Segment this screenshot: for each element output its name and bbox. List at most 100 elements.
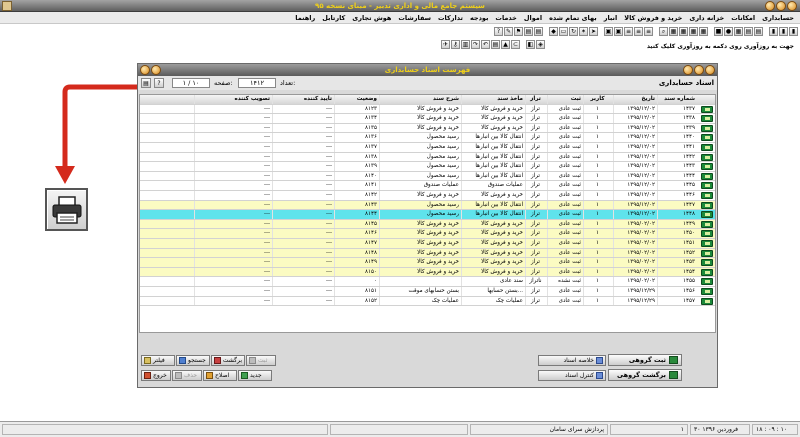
- document-row-icon[interactable]: [701, 115, 713, 123]
- document-row-icon[interactable]: [701, 259, 713, 267]
- close-icon[interactable]: [787, 1, 797, 11]
- print-icon[interactable]: ▤: [534, 27, 543, 36]
- menu-orders[interactable]: سفارشات: [398, 14, 431, 22]
- document-row-icon[interactable]: [701, 105, 713, 113]
- document-row-icon[interactable]: [701, 297, 713, 305]
- bell-icon[interactable]: ◆: [549, 27, 558, 36]
- table-row[interactable]: ۱۴۳۸ ۱۳۹۵/۱۲/۰۲ ۱ ثبت عادی تراز خرید و فروش ک…: [140, 114, 715, 124]
- help-icon[interactable]: ?: [494, 27, 503, 36]
- calculator-icon[interactable]: ▦: [734, 27, 743, 36]
- summary-button[interactable]: خلاصه اسناد: [538, 355, 606, 366]
- table-row[interactable]: ۱۴۵۱ ۱۳۹۵/۰۲/۰۲ ۱ ثبت عادی تراز خرید و فروش ک…: [140, 239, 715, 249]
- table-row[interactable]: ۱۴۵۶ ۱۳۹۵/۱۲/۲۹ ۱ ثبت عادی تراز بستن حسابها..…: [140, 287, 715, 297]
- menu-help[interactable]: راهنما: [295, 14, 315, 22]
- table-row[interactable]: ۱۴۵۷ ۱۳۹۵/۱۲/۲۹ ۱ ثبت عادی تراز عملیات چک عملی…: [140, 296, 715, 307]
- menu-accounting[interactable]: حسابداری: [762, 14, 794, 22]
- box-icon[interactable]: ■: [714, 27, 723, 36]
- document-row-icon[interactable]: [701, 288, 713, 295]
- table-row[interactable]: ۱۴۵۳ ۱۳۹۵/۰۲/۰۲ ۱ ثبت عادی تراز خرید و فروش ک…: [140, 258, 715, 268]
- group-register-button[interactable]: ثبت گروهی: [608, 354, 682, 366]
- document-row-icon[interactable]: [701, 278, 713, 286]
- list-icon[interactable]: ≡: [644, 27, 653, 36]
- link-icon[interactable]: ⊂: [511, 40, 520, 49]
- table-row[interactable]: ۱۴۵۵ ۱۳۹۵/۰۲/۰۲ ۱ ثبت نشده ناتراز سند عادی ۰ --…: [140, 277, 715, 287]
- table-row[interactable]: ۱۴۳۷ ۱۳۹۵/۱۲/۰۲ ۱ ثبت عادی تراز خرید و فروش ک…: [140, 104, 715, 115]
- wrench-icon[interactable]: ✎: [504, 27, 513, 36]
- document-row-icon[interactable]: [701, 230, 713, 238]
- list-icon[interactable]: ≡: [634, 27, 643, 36]
- table-row[interactable]: ۱۴۴۳ ۱۳۹۵/۱۲/۰۲ ۱ ثبت عادی تراز انتقال کالا ب…: [140, 162, 715, 172]
- table-row[interactable]: ۱۴۵۰ ۱۳۹۵/۰۲/۰۲ ۱ ثبت عادی تراز خرید و فروش ک…: [140, 229, 715, 239]
- document-icon[interactable]: ▤: [491, 40, 500, 49]
- document-icon[interactable]: ▤: [754, 27, 763, 36]
- table-row[interactable]: ۱۴۴۸ ۱۳۹۵/۱۲/۰۲ ۱ ثبت عادی تراز انتقال کالا ب…: [140, 210, 715, 220]
- chart-icon[interactable]: ▲: [501, 40, 510, 49]
- document-row-icon[interactable]: [701, 144, 713, 151]
- menu-services[interactable]: خدمات: [495, 14, 516, 22]
- arrow-icon[interactable]: ➤: [589, 27, 598, 36]
- report-icon[interactable]: ▣: [614, 27, 623, 36]
- menu-facilities[interactable]: امکانات: [731, 14, 755, 22]
- star-icon[interactable]: ✶: [579, 27, 588, 36]
- document-row-icon[interactable]: [701, 268, 713, 276]
- folder-icon[interactable]: ▭: [559, 27, 568, 36]
- delete-button[interactable]: حذف: [172, 370, 202, 381]
- print-icon[interactable]: ▤: [141, 78, 151, 88]
- flag-icon[interactable]: ⚑: [514, 27, 523, 36]
- menu-treasury[interactable]: خزانه داری: [689, 14, 724, 22]
- chart-icon[interactable]: ▮: [769, 27, 778, 36]
- exit-button[interactable]: خروج: [141, 370, 171, 381]
- document-row-icon[interactable]: [701, 220, 713, 228]
- return-button[interactable]: برگشت: [211, 355, 245, 366]
- redo-icon[interactable]: ↷: [471, 40, 480, 49]
- minimize-icon[interactable]: [683, 65, 693, 75]
- menu-warehouse[interactable]: انبار: [604, 14, 618, 22]
- table-row[interactable]: ۱۴۴۶ ۱۳۹۵/۱۲/۰۲ ۱ ثبت عادی تراز خرید و فروش ک…: [140, 191, 715, 201]
- search-icon[interactable]: ⌕: [659, 27, 668, 36]
- refresh-icon[interactable]: ↻: [569, 27, 578, 36]
- table-icon[interactable]: ▦: [699, 27, 708, 36]
- maximize-icon[interactable]: [776, 1, 786, 11]
- table-row[interactable]: ۱۴۴۴ ۱۳۹۵/۱۲/۰۲ ۱ ثبت عادی تراز انتقال کالا ب…: [140, 171, 715, 182]
- filter-button[interactable]: فیلتر: [141, 355, 175, 366]
- table-row[interactable]: ۱۴۴۰ ۱۳۹۵/۱۲/۰۲ ۱ ثبت عادی تراز انتقال کالا ب…: [140, 133, 715, 143]
- table-icon[interactable]: ▦: [679, 27, 688, 36]
- document-row-icon[interactable]: [701, 211, 713, 219]
- search-button[interactable]: جستجو: [176, 355, 210, 366]
- close-icon[interactable]: [705, 65, 715, 75]
- chart-icon[interactable]: ▮: [789, 27, 798, 36]
- document-row-icon[interactable]: [701, 192, 713, 199]
- document-row-icon[interactable]: [701, 163, 713, 171]
- menu-budget[interactable]: بودجه: [470, 14, 488, 22]
- menu-assets[interactable]: اموال: [524, 14, 542, 22]
- table-row[interactable]: ۱۴۴۱ ۱۳۹۵/۱۲/۰۲ ۱ ثبت عادی تراز انتقال کالا ب…: [140, 143, 715, 153]
- help-icon[interactable]: ?: [154, 78, 164, 88]
- table-row[interactable]: ۱۴۳۹ ۱۳۹۵/۱۲/۰۲ ۱ ثبت عادی تراز خرید و فروش ک…: [140, 123, 715, 134]
- key-icon[interactable]: ⚷: [451, 40, 460, 49]
- cube-icon[interactable]: ◧: [526, 40, 535, 49]
- document-row-icon[interactable]: [701, 134, 713, 142]
- table-row[interactable]: ۱۴۴۲ ۱۳۹۵/۱۲/۰۲ ۱ ثبت عادی تراز انتقال کالا ب…: [140, 152, 715, 163]
- table-row[interactable]: ۱۴۴۷ ۱۳۹۵/۱۲/۰۲ ۱ ثبت عادی تراز انتقال کالا ب…: [140, 200, 715, 211]
- document-row-icon[interactable]: [701, 153, 713, 161]
- undo-icon[interactable]: ↶: [481, 40, 490, 49]
- table-icon[interactable]: ▦: [669, 27, 678, 36]
- group-return-button[interactable]: برگشت گروهی: [608, 369, 682, 381]
- globe-icon[interactable]: ●: [724, 27, 733, 36]
- menu-procurement[interactable]: تدارکات: [438, 14, 463, 22]
- menu-cartable[interactable]: کارتابل: [322, 14, 345, 22]
- report-icon[interactable]: ▣: [604, 27, 613, 36]
- document-row-icon[interactable]: [701, 124, 713, 132]
- print-icon[interactable]: ▤: [524, 27, 533, 36]
- document-row-icon[interactable]: [701, 249, 713, 257]
- tools-icon[interactable]: ✈: [441, 40, 450, 49]
- table-row[interactable]: ۱۴۴۵ ۱۳۹۵/۱۲/۰۲ ۱ ثبت عادی تراز عملیات صندوق ع…: [140, 181, 715, 191]
- menu-cost[interactable]: بهای تمام شده: [549, 14, 597, 22]
- table-row[interactable]: ۱۴۴۹ ۱۳۹۵/۰۲/۰۲ ۱ ثبت عادی تراز خرید و فروش ک…: [140, 219, 715, 230]
- minimize-icon[interactable]: [765, 1, 775, 11]
- network-icon[interactable]: ◈: [536, 40, 545, 49]
- table-row[interactable]: ۱۴۵۴ ۱۳۹۵/۰۲/۰۲ ۱ ثبت عادی تراز خرید و فروش ک…: [140, 267, 715, 278]
- register-button[interactable]: ثبت: [246, 355, 276, 366]
- document-row-icon[interactable]: [701, 182, 713, 190]
- table-icon[interactable]: ▦: [689, 27, 698, 36]
